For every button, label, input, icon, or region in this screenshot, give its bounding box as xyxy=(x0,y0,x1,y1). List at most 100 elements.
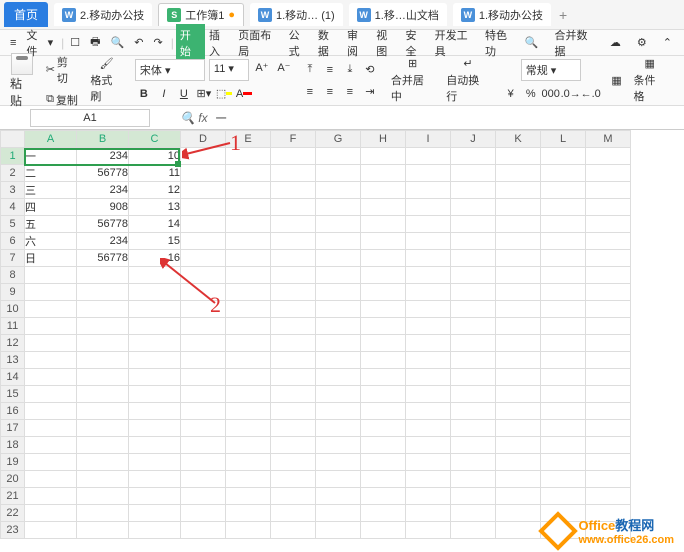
cell-C16[interactable] xyxy=(129,403,181,420)
cell-K10[interactable] xyxy=(496,301,541,318)
cell-I6[interactable] xyxy=(406,233,451,250)
cell-L5[interactable] xyxy=(541,216,586,233)
cell-K22[interactable] xyxy=(496,505,541,522)
cell-G1[interactable] xyxy=(316,148,361,165)
cell-M17[interactable] xyxy=(586,420,631,437)
row-header-19[interactable]: 19 xyxy=(1,454,25,471)
cell-H14[interactable] xyxy=(361,369,406,386)
cell-I19[interactable] xyxy=(406,454,451,471)
cell-K23[interactable] xyxy=(496,522,541,539)
cell-L20[interactable] xyxy=(541,471,586,488)
cell-B20[interactable] xyxy=(77,471,129,488)
cell-D12[interactable] xyxy=(181,335,226,352)
cell-E8[interactable] xyxy=(226,267,271,284)
cell-K4[interactable] xyxy=(496,199,541,216)
cell-style-icon[interactable]: ▦ xyxy=(608,72,626,90)
cell-E23[interactable] xyxy=(226,522,271,539)
cell-M18[interactable] xyxy=(586,437,631,454)
cell-H9[interactable] xyxy=(361,284,406,301)
row-header-3[interactable]: 3 xyxy=(1,182,25,199)
cell-A15[interactable] xyxy=(25,386,77,403)
row-header-20[interactable]: 20 xyxy=(1,471,25,488)
ribbon-tab-数据[interactable]: 数据 xyxy=(314,24,343,62)
cell-H17[interactable] xyxy=(361,420,406,437)
row-header-14[interactable]: 14 xyxy=(1,369,25,386)
cell-A17[interactable] xyxy=(25,420,77,437)
row-header-11[interactable]: 11 xyxy=(1,318,25,335)
cell-A22[interactable] xyxy=(25,505,77,522)
cell-I21[interactable] xyxy=(406,488,451,505)
cell-A3[interactable]: 三 xyxy=(25,182,77,199)
cell-M4[interactable] xyxy=(586,199,631,216)
currency-icon[interactable]: ¥ xyxy=(502,85,520,103)
cell-L6[interactable] xyxy=(541,233,586,250)
percent-icon[interactable]: % xyxy=(522,85,540,103)
indent-icon[interactable]: ⇥ xyxy=(361,83,379,101)
cell-A7[interactable]: 日 xyxy=(25,250,77,267)
cell-F14[interactable] xyxy=(271,369,316,386)
cell-F17[interactable] xyxy=(271,420,316,437)
cell-B17[interactable] xyxy=(77,420,129,437)
cell-G7[interactable] xyxy=(316,250,361,267)
ribbon-tab-页面布局[interactable]: 页面布局 xyxy=(234,24,284,62)
cell-F10[interactable] xyxy=(271,301,316,318)
cell-E7[interactable] xyxy=(226,250,271,267)
cell-K19[interactable] xyxy=(496,454,541,471)
cell-B3[interactable]: 234 xyxy=(77,182,129,199)
more-font-icon[interactable]: ⊞▾ xyxy=(195,85,213,103)
cell-A14[interactable] xyxy=(25,369,77,386)
cell-J1[interactable] xyxy=(451,148,496,165)
cell-J23[interactable] xyxy=(451,522,496,539)
align-center-icon[interactable]: ≡ xyxy=(321,83,339,101)
cell-L15[interactable] xyxy=(541,386,586,403)
cell-H20[interactable] xyxy=(361,471,406,488)
cell-C2[interactable]: 11 xyxy=(129,165,181,182)
row-header-1[interactable]: 1 xyxy=(1,148,25,165)
decrease-font-icon[interactable]: A⁻ xyxy=(275,59,293,77)
cell-B13[interactable] xyxy=(77,352,129,369)
cell-I2[interactable] xyxy=(406,165,451,182)
cell-J17[interactable] xyxy=(451,420,496,437)
spreadsheet-grid[interactable]: ABCDEFGHIJKLM 1一234102二56778113三234124四9… xyxy=(0,130,684,552)
cell-F11[interactable] xyxy=(271,318,316,335)
cell-J22[interactable] xyxy=(451,505,496,522)
cell-L11[interactable] xyxy=(541,318,586,335)
cell-D14[interactable] xyxy=(181,369,226,386)
cell-C3[interactable]: 12 xyxy=(129,182,181,199)
cell-E3[interactable] xyxy=(226,182,271,199)
cell-A4[interactable]: 四 xyxy=(25,199,77,216)
select-all-corner[interactable] xyxy=(1,131,25,148)
cell-G3[interactable] xyxy=(316,182,361,199)
cell-L10[interactable] xyxy=(541,301,586,318)
cell-C7[interactable]: 16 xyxy=(129,250,181,267)
merge-center-button[interactable]: ⊞合并居中 xyxy=(387,55,438,106)
fx-icon[interactable]: 🔍 fx xyxy=(180,111,208,125)
wrap-text-button[interactable]: ↵自动换行 xyxy=(442,55,493,106)
cell-B19[interactable] xyxy=(77,454,129,471)
formula-input[interactable]: 一 xyxy=(208,108,684,128)
cell-J19[interactable] xyxy=(451,454,496,471)
cell-F1[interactable] xyxy=(271,148,316,165)
cell-G19[interactable] xyxy=(316,454,361,471)
cell-M21[interactable] xyxy=(586,488,631,505)
cell-I20[interactable] xyxy=(406,471,451,488)
cell-I5[interactable] xyxy=(406,216,451,233)
cell-D17[interactable] xyxy=(181,420,226,437)
cell-A6[interactable]: 六 xyxy=(25,233,77,250)
row-header-13[interactable]: 13 xyxy=(1,352,25,369)
cell-C9[interactable] xyxy=(129,284,181,301)
cell-G12[interactable] xyxy=(316,335,361,352)
increase-font-icon[interactable]: A⁺ xyxy=(253,59,271,77)
cell-C22[interactable] xyxy=(129,505,181,522)
cell-K17[interactable] xyxy=(496,420,541,437)
column-header-K[interactable]: K xyxy=(496,131,541,148)
cell-F22[interactable] xyxy=(271,505,316,522)
cell-C14[interactable] xyxy=(129,369,181,386)
cell-H19[interactable] xyxy=(361,454,406,471)
cell-L3[interactable] xyxy=(541,182,586,199)
cell-M7[interactable] xyxy=(586,250,631,267)
font-name-select[interactable]: 宋体 ▾ xyxy=(135,59,205,81)
column-header-G[interactable]: G xyxy=(316,131,361,148)
cell-K3[interactable] xyxy=(496,182,541,199)
cell-F16[interactable] xyxy=(271,403,316,420)
